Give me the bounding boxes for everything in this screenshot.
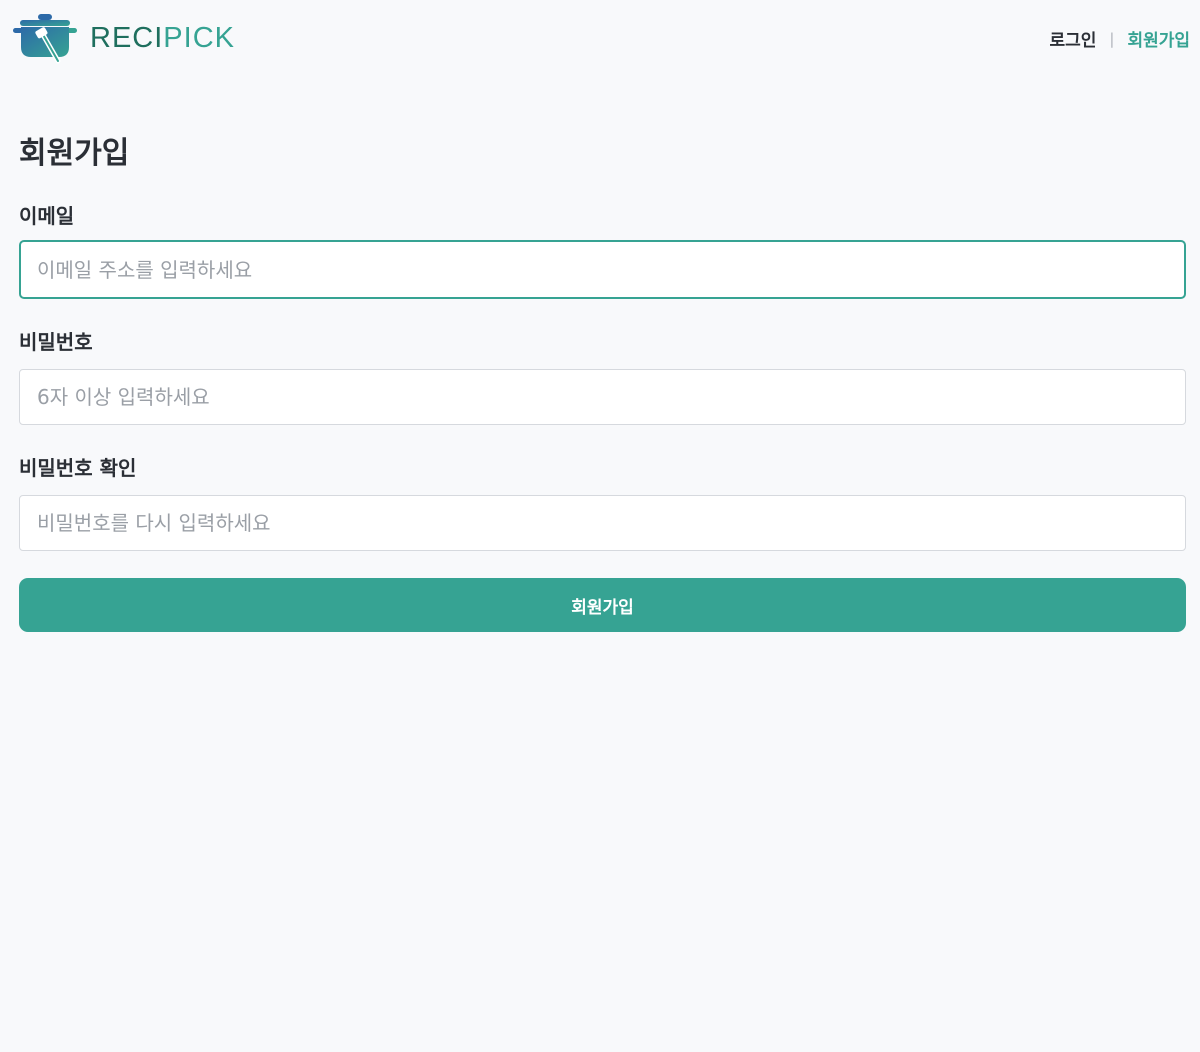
top-nav: 로그인 | 회원가입 bbox=[1049, 26, 1190, 52]
logo-text-part1: RECI bbox=[90, 21, 164, 54]
login-link[interactable]: 로그인 bbox=[1049, 26, 1096, 51]
cooking-pot-icon bbox=[13, 14, 77, 64]
email-label: 이메일 bbox=[19, 204, 75, 228]
nav-separator: | bbox=[1109, 29, 1115, 48]
password-field[interactable] bbox=[19, 369, 1186, 425]
email-field[interactable] bbox=[19, 240, 1186, 299]
password-confirm-label: 비밀번호 확인 bbox=[19, 456, 137, 480]
header: RECIPICK 로그인 | 회원가입 bbox=[0, 0, 1200, 78]
signup-link[interactable]: 회원가입 bbox=[1127, 26, 1190, 51]
logo[interactable]: RECIPICK bbox=[12, 10, 235, 66]
password-confirm-field[interactable] bbox=[19, 495, 1186, 551]
logo-text: RECIPICK bbox=[90, 21, 235, 54]
password-label: 비밀번호 bbox=[19, 330, 93, 354]
signup-button[interactable]: 회원가입 bbox=[19, 578, 1186, 632]
page-title: 회원가입 bbox=[19, 136, 130, 171]
logo-text-part2: PICK bbox=[163, 21, 235, 54]
